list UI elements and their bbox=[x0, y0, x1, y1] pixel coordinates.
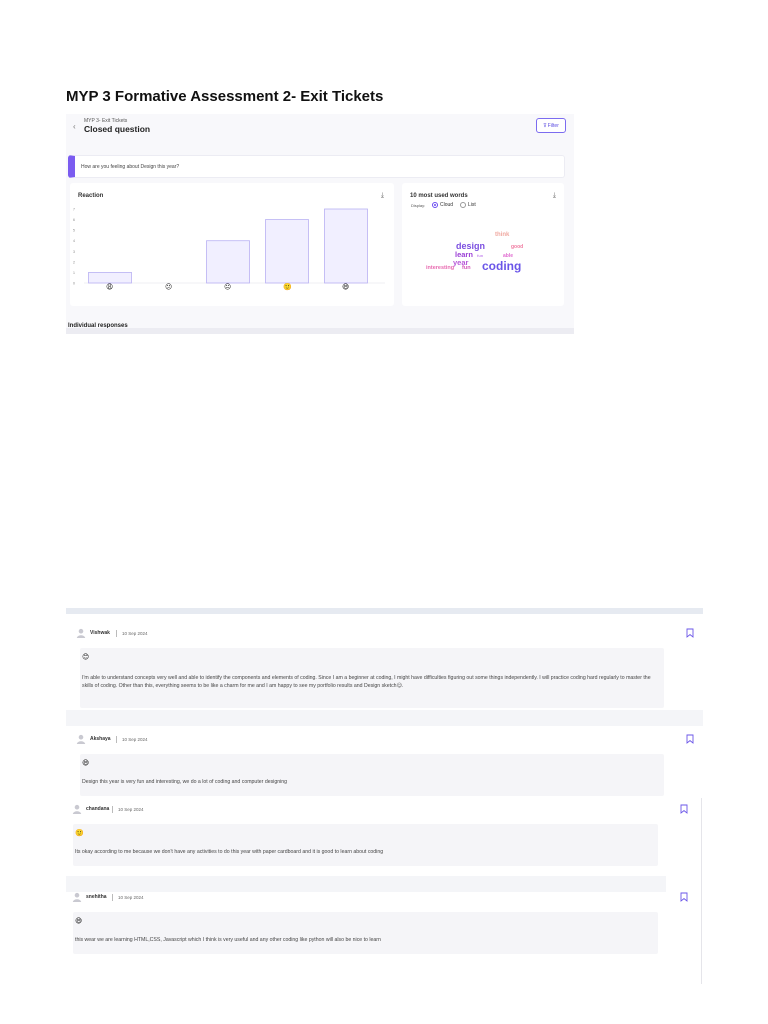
response-emoji: 🙂 bbox=[75, 830, 84, 837]
question-card: How are you feeling about Design this ye… bbox=[68, 155, 565, 178]
bookmark-icon[interactable] bbox=[686, 628, 694, 638]
response-card: chandana 10 Sep 2024 🙂 Its okay according t… bbox=[66, 800, 703, 866]
reaction-bar[interactable] bbox=[88, 272, 132, 284]
response-text: I'm able to understand concepts very wel… bbox=[82, 675, 651, 690]
top-words-panel: 10 most used words ⤓ Display: Cloud List… bbox=[402, 183, 564, 306]
top-divider bbox=[66, 608, 703, 614]
display-option-list[interactable]: List bbox=[460, 202, 476, 208]
reaction-emoji-label: 😐 bbox=[224, 284, 232, 291]
y-tick-label: 1 bbox=[73, 271, 75, 275]
bookmark-icon[interactable] bbox=[686, 734, 694, 744]
y-tick-label: 7 bbox=[73, 208, 75, 212]
response-text: this wear we are learning HTML,CSS, Java… bbox=[75, 937, 381, 943]
avatar-icon bbox=[76, 628, 86, 638]
y-tick-label: 2 bbox=[73, 260, 75, 264]
y-tick-label: 6 bbox=[73, 218, 75, 222]
response-box: 🙂 Its okay according to me because we don… bbox=[73, 824, 658, 866]
response-text: Design this year is very fun and interes… bbox=[82, 779, 288, 785]
display-label: Display: bbox=[411, 203, 426, 208]
avatar-icon bbox=[72, 892, 82, 902]
avatar-icon bbox=[72, 804, 82, 814]
download-icon[interactable]: ⤓ bbox=[553, 192, 556, 200]
responses-screenshot: Vishwak 10 Sep 2024 😊 I'm able to understan… bbox=[66, 608, 703, 984]
analytics-screenshot: ‹ MYP 3- Exit Tickets Closed question ⊽ … bbox=[66, 114, 574, 334]
response-emoji: 😄 bbox=[75, 918, 83, 925]
response-emoji: 😊 bbox=[82, 654, 90, 661]
back-chevron-icon[interactable]: ‹ bbox=[73, 122, 76, 131]
respondent-name: snehitha bbox=[86, 894, 107, 900]
filter-label: Filter bbox=[547, 122, 559, 129]
y-tick-label: 3 bbox=[73, 250, 75, 254]
separator bbox=[112, 894, 113, 901]
top-words-title: 10 most used words bbox=[410, 193, 468, 199]
reaction-emoji-label: 😕 bbox=[165, 284, 173, 291]
separator bbox=[112, 806, 113, 813]
filter-icon: ⊽ bbox=[543, 122, 547, 129]
reaction-emoji-label: 🙂 bbox=[283, 284, 292, 291]
y-tick-label: 0 bbox=[73, 282, 75, 286]
display-option-cloud[interactable]: Cloud bbox=[432, 202, 453, 208]
page-title: Closed question bbox=[84, 124, 151, 134]
cloud-word: fun bbox=[462, 265, 471, 271]
response-card: snehitha 10 Sep 2024 😄 this wear we are lea… bbox=[66, 888, 703, 954]
response-box: 😊 I'm able to understand concepts very we… bbox=[80, 648, 664, 708]
filter-button[interactable]: ⊽ Filter bbox=[536, 118, 566, 133]
option-list-label: List bbox=[468, 202, 476, 208]
reaction-bar[interactable] bbox=[324, 208, 368, 284]
bookmark-icon[interactable] bbox=[680, 892, 688, 902]
y-tick-label: 4 bbox=[73, 239, 75, 243]
response-date: 10 Sep 2024 bbox=[122, 631, 148, 636]
section-divider bbox=[66, 328, 574, 334]
cloud-word: coding bbox=[482, 259, 522, 273]
respondent-name: Vishwak bbox=[90, 630, 110, 636]
reaction-panel: Reaction ⤓ 01234567 😩 😕 😐 🙂 😄 bbox=[70, 183, 394, 306]
separator bbox=[116, 736, 117, 743]
avatar-icon bbox=[76, 734, 86, 744]
cloud-word: fun bbox=[477, 253, 484, 258]
option-cloud-label: Cloud bbox=[440, 202, 454, 208]
radio-unselected-icon bbox=[460, 202, 466, 208]
y-tick-label: 5 bbox=[73, 229, 75, 233]
reaction-bar[interactable] bbox=[265, 219, 309, 284]
cloud-word: think bbox=[495, 232, 510, 238]
response-box: 😄 Design this year is very fun and intere… bbox=[80, 754, 664, 796]
response-card: Vishwak 10 Sep 2024 😊 I'm able to understan… bbox=[66, 624, 703, 708]
response-card: Akshaya 10 Sep 2024 😄 Design this year is v… bbox=[66, 730, 703, 796]
reaction-emoji-label: 😩 bbox=[106, 284, 114, 291]
question-text: How are you feeling about Design this ye… bbox=[81, 164, 180, 170]
card-gap bbox=[66, 710, 703, 726]
radio-selected-icon bbox=[432, 202, 438, 208]
respondent-name: chandana bbox=[86, 806, 110, 812]
cloud-word: good bbox=[511, 244, 524, 250]
reaction-bar[interactable] bbox=[206, 240, 250, 284]
response-date: 10 Sep 2024 bbox=[122, 737, 148, 742]
reaction-emoji-label: 😄 bbox=[342, 284, 350, 291]
respondent-name: Akshaya bbox=[90, 736, 111, 742]
response-emoji: 😄 bbox=[82, 760, 90, 767]
response-text: Its okay according to me because we don'… bbox=[75, 849, 384, 855]
response-box: 😄 this wear we are learning HTML,CSS, Jav… bbox=[73, 912, 658, 954]
bookmark-icon[interactable] bbox=[680, 804, 688, 814]
cloud-word: interesting bbox=[426, 265, 455, 271]
document-title: MYP 3 Formative Assessment 2- Exit Ticke… bbox=[66, 88, 384, 105]
response-date: 10 Sep 2024 bbox=[118, 807, 144, 812]
response-date: 10 Sep 2024 bbox=[118, 895, 144, 900]
separator bbox=[116, 630, 117, 637]
